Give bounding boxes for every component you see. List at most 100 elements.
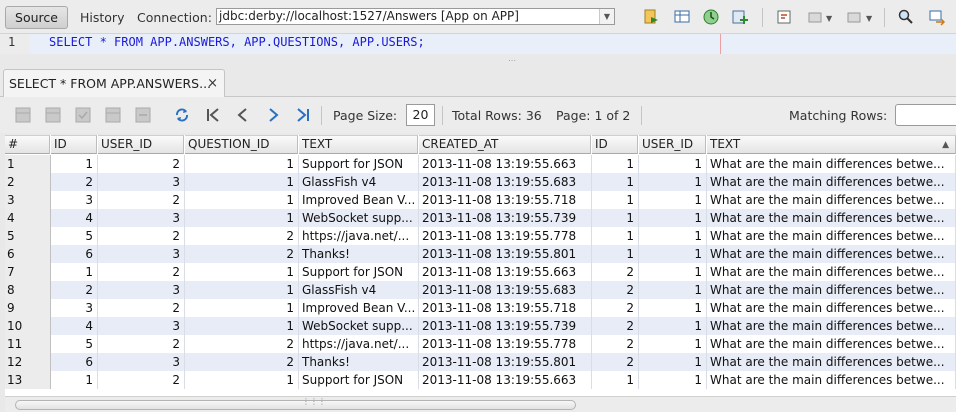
row-number[interactable]: 6 [5,245,51,263]
table-row[interactable]: 1 1 2 1 Support for JSON 2013-11-08 13:19:55.… [5,155,956,173]
table-cell[interactable]: 1 [592,245,639,263]
table-cell[interactable]: 2 [98,155,185,173]
column-header[interactable]: # [5,135,50,154]
chevron-down-icon[interactable]: ▼ [866,14,872,23]
table-row[interactable]: 7 1 2 1 Support for JSON 2013-11-08 13:19:55.… [5,263,956,281]
table-cell[interactable]: 2 [185,227,299,245]
prev-page-icon[interactable] [235,107,251,123]
table-cell[interactable]: 2013-11-08 13:19:55.663 [419,155,592,173]
tab-source[interactable]: Source [5,6,68,29]
table-cell[interactable]: What are the main differences betwe... [707,245,956,263]
table-cell[interactable]: 2 [98,191,185,209]
table-cell[interactable]: 5 [51,335,98,353]
table-cell[interactable]: 2 [592,317,639,335]
table-row[interactable]: 11 5 2 2 https://java.net/... 2013-11-08 13:1… [5,335,956,353]
table-cell[interactable]: 2 [51,173,98,191]
table-cell[interactable]: 1 [639,335,707,353]
table-cell[interactable]: 2 [185,245,299,263]
table-cell[interactable]: 3 [51,299,98,317]
table-cell[interactable]: 2013-11-08 13:19:55.739 [419,209,592,227]
table-cell[interactable]: 1 [639,317,707,335]
table-cell[interactable]: What are the main differences betwe... [707,191,956,209]
table-cell[interactable]: https://java.net/... [299,335,419,353]
table-cell[interactable]: 2 [592,353,639,371]
table-cell[interactable]: 3 [98,209,185,227]
table-cell[interactable]: 1 [185,281,299,299]
page-size-input[interactable]: 20 [406,104,435,126]
table-cell[interactable]: Improved Bean V... [299,299,419,317]
table-cell[interactable]: 1 [592,371,639,389]
table-cell[interactable]: Thanks! [299,353,419,371]
table-cell[interactable]: 1 [639,191,707,209]
column-header[interactable]: CREATED_AT [419,135,591,154]
table-cell[interactable]: 2 [592,299,639,317]
table-cell[interactable]: What are the main differences betwe... [707,155,956,173]
chevron-down-icon[interactable]: ▼ [826,14,832,23]
refresh-icon[interactable] [174,107,190,123]
table-cell[interactable]: 2013-11-08 13:19:55.663 [419,371,592,389]
table-cell[interactable]: Support for JSON [299,263,419,281]
table-cell[interactable]: 5 [51,227,98,245]
tab-history[interactable]: History [80,10,124,25]
table-row[interactable]: 4 4 3 1 WebSocket supp... 2013-11-08 13:19:55… [5,209,956,227]
table-cell[interactable]: https://java.net/... [299,227,419,245]
close-icon[interactable]: × [207,70,218,97]
table-cell[interactable]: 1 [639,299,707,317]
table-cell[interactable]: 1 [185,173,299,191]
table-cell[interactable]: Thanks! [299,245,419,263]
table-cell[interactable]: 2013-11-08 13:19:55.739 [419,317,592,335]
row-number[interactable]: 4 [5,209,51,227]
table-cell[interactable]: 2013-11-08 13:19:55.801 [419,353,592,371]
table-cell[interactable]: 2 [592,263,639,281]
chevron-down-icon[interactable]: ▼ [599,9,614,24]
table-cell[interactable]: 2013-11-08 13:19:55.718 [419,299,592,317]
result-table[interactable]: # ID USER_ID QUESTION_ID TEXT CREATED_AT… [5,135,956,396]
table-cell[interactable]: 1 [592,155,639,173]
table-cell[interactable]: 2 [592,335,639,353]
table-cell[interactable]: What are the main differences betwe... [707,299,956,317]
table-cell[interactable]: 3 [98,353,185,371]
table-cell[interactable]: 2 [98,371,185,389]
column-header[interactable]: ID [592,135,638,154]
table-cell[interactable]: 6 [51,245,98,263]
add-icon[interactable] [731,8,749,26]
table-cell[interactable]: 1 [185,209,299,227]
macro-icon[interactable] [806,8,824,26]
table-cell[interactable]: Improved Bean V... [299,191,419,209]
table-row[interactable]: 9 3 2 1 Improved Bean V... 2013-11-08 13:19:5… [5,299,956,317]
row-number[interactable]: 3 [5,191,51,209]
table-cell[interactable]: What are the main differences betwe... [707,263,956,281]
column-header[interactable]: TEXT [299,135,418,154]
next-page-icon[interactable] [265,107,281,123]
table-row[interactable]: 10 4 3 1 WebSocket supp... 2013-11-08 13:19:5… [5,317,956,335]
table-cell[interactable]: What are the main differences betwe... [707,209,956,227]
table-cell[interactable]: 1 [639,263,707,281]
table-cell[interactable]: 1 [639,227,707,245]
table-cell[interactable]: GlassFish v4 [299,173,419,191]
table-cell[interactable]: What are the main differences betwe... [707,281,956,299]
table-cell[interactable]: 2 [185,353,299,371]
table-cell[interactable]: 2013-11-08 13:19:55.801 [419,245,592,263]
table-cell[interactable]: 1 [185,299,299,317]
sql-editor[interactable]: 1 SELECT * FROM APP.ANSWERS, APP.QUESTIO… [0,34,956,54]
table-cell[interactable]: What are the main differences betwe... [707,353,956,371]
table-cell[interactable]: 4 [51,209,98,227]
row-number[interactable]: 11 [5,335,51,353]
table-cell[interactable]: 6 [51,353,98,371]
table-cell[interactable]: 2013-11-08 13:19:55.778 [419,335,592,353]
table-cell[interactable]: 2 [98,263,185,281]
table-cell[interactable]: 1 [592,227,639,245]
format-icon[interactable] [775,8,793,26]
splitter[interactable]: ⋯ [0,54,956,65]
table-cell[interactable]: 1 [639,371,707,389]
code-line[interactable]: SELECT * FROM APP.ANSWERS, APP.QUESTIONS… [30,34,956,54]
column-header[interactable]: USER_ID [98,135,184,154]
table-cell[interactable]: 1 [185,191,299,209]
table-cell[interactable]: What are the main differences betwe... [707,371,956,389]
table-cell[interactable]: 2 [51,281,98,299]
run-sql-icon[interactable] [642,8,660,26]
table-cell[interactable]: 1 [51,155,98,173]
table-row[interactable]: 8 2 3 1 GlassFish v4 2013-11-08 13:19:55.683 2… [5,281,956,299]
table-cell[interactable]: 2013-11-08 13:19:55.683 [419,281,592,299]
column-header[interactable]: ID [51,135,97,154]
